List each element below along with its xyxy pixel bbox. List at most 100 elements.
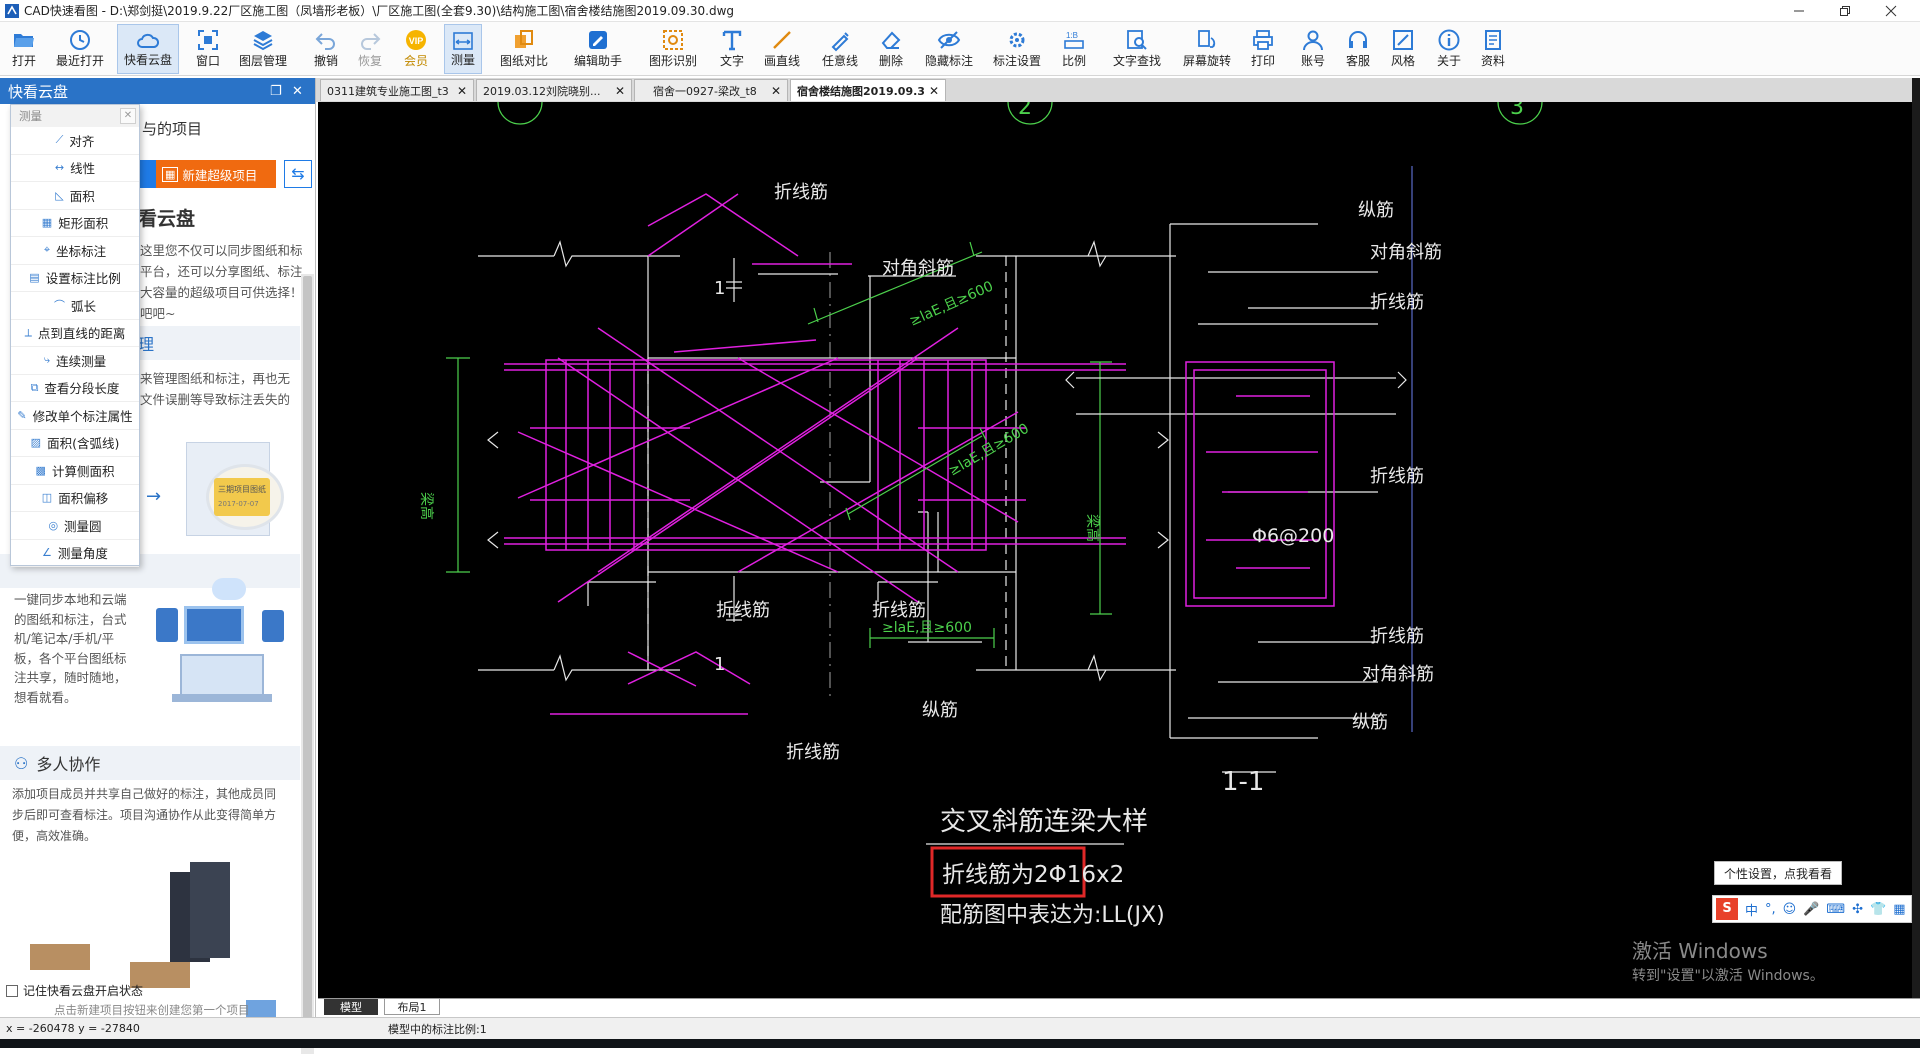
close-tab-icon[interactable]: ✕ [615,84,625,98]
right-wall-lines [976,255,1176,671]
close-window-button[interactable] [1868,0,1914,22]
edit-annotation-icon: ✎ [17,408,27,422]
draw-line-button[interactable]: 画直线 [761,24,803,74]
delete-button[interactable]: 删除 [876,24,906,74]
style-button[interactable]: 风格 [1388,24,1418,74]
freehand-button[interactable]: 任意线 [820,24,860,74]
new-super-project-button[interactable]: ▦ 新建超级项目 [156,160,276,188]
ime-punct-icon[interactable]: °, [1765,902,1776,917]
measure-menu-close-icon[interactable]: ✕ [120,108,136,124]
ime-logo-icon[interactable]: S [1716,898,1738,920]
label-section-fold-3: 折线筋 [1370,626,1424,647]
measure-set-scale[interactable]: ▤ 设置标注比例 [11,265,139,292]
text-button[interactable]: 文字 [718,24,746,74]
window-button[interactable]: 窗口 [190,24,226,74]
text-search-icon [1127,30,1147,50]
manage-text: 来管理图纸和标注，再也无 文件误删等导致标注丢失的 [140,371,291,407]
rotate-screen-button[interactable]: 屏幕旋转 [1180,24,1234,74]
print-button[interactable]: 打印 [1248,24,1278,74]
measure-rect-area[interactable]: ▦ 矩形面积 [11,210,139,237]
ime-language[interactable]: 中 [1745,900,1758,919]
scrollbar-thumb[interactable] [303,276,312,1046]
section-leader-frame [1169,223,1318,739]
doc-tab-0311[interactable]: 0311建筑专业施工图_t3 ✕ [320,79,474,101]
close-panel-icon[interactable]: ✕ [292,84,303,99]
doc-tab-20190312[interactable]: 2019.03.12刘院晓别... ✕ [476,79,632,101]
measure-align[interactable]: ⟋ 对齐 [11,127,139,155]
undo-button[interactable]: 撤销 [310,24,342,74]
measure-edit-annotation[interactable]: ✎ 修改单个标注属性 [11,402,139,430]
layer-manage-button[interactable]: 图层管理 [236,24,290,74]
compare-button[interactable]: 图纸对比 [497,24,551,74]
redo-button[interactable]: 恢复 [354,24,386,74]
maximize-button[interactable] [1822,0,1868,22]
layout-tab-model[interactable]: 模型 [324,999,378,1015]
measure-side-area[interactable]: ▩ 计算侧面积 [11,457,139,485]
doc-tab-dorm-beam[interactable]: 宿舍一0927-梁改_t8 ✕ [634,79,788,101]
measure-arc-length[interactable]: ⌒ 弧长 [11,292,139,320]
label-section-long-bottom: 纵筋 [1352,712,1388,733]
ime-keyboard-icon[interactable]: ⌨ [1826,902,1845,917]
hide-annotations-button[interactable]: 隐藏标注 [922,24,976,74]
collab-heading: 多人协作 [36,755,101,774]
ime-toolbar[interactable]: S 中 °, ☺ 🎤 ⌨ ✣ 👕 ▦ [1712,895,1912,923]
hide-eye-icon [937,31,961,49]
cloud-disk-button[interactable]: 快看云盘 [117,24,179,74]
measure-segment-length[interactable]: ⧉ 查看分段长度 [11,375,139,402]
account-button[interactable]: 账号 [1298,24,1328,74]
anchor-label-bottom: ≥laE,且≥600 [882,620,972,636]
minimize-button[interactable] [1776,0,1822,22]
style-label: 风格 [1390,54,1415,68]
label-section-diag-top: 对角斜筋 [1370,242,1442,263]
remember-state-checkbox[interactable]: 记住快看云盘开启状态 [6,982,143,999]
ime-mic-icon[interactable]: 🎤 [1803,902,1819,917]
doc-tab-dorm-structure[interactable]: 宿舍楼结施图2019.09.3 ✕ [790,79,946,101]
measure-circle[interactable]: ◎ 测量圆 [11,512,139,540]
point-line-icon: ⟂ [24,325,32,339]
annotation-settings-button[interactable]: 标注设置 [990,24,1044,74]
create-project-button[interactable] [138,160,156,188]
cad-canvas[interactable]: 折线筋 对角斜筋 折线筋 折线筋 纵筋 折线筋 1 1 纵筋 对角斜筋 折线筋 … [318,102,1912,998]
close-tab-icon[interactable]: ✕ [457,84,467,98]
measure-button[interactable]: 测量 [444,24,482,74]
manage-heading: 理 [138,326,300,360]
measure-angle[interactable]: ∠ 测量角度 [11,540,139,567]
align-dimension-icon: ⟋ [55,133,64,147]
measure-continuous[interactable]: ⤷ 连续测量 [11,347,139,375]
close-tab-icon[interactable]: ✕ [929,84,939,98]
ime-emoji-icon[interactable]: ☺ [1783,902,1797,917]
panel-title: 快看云盘 [8,82,69,101]
measure-area-offset[interactable]: ◫ 面积偏移 [11,485,139,512]
measure-area-arc[interactable]: ▨ 面积(含弧线) [11,430,139,457]
layout-tab-layout1[interactable]: 布局1 [384,999,440,1015]
shape-recognize-label: 图形识别 [648,54,697,68]
panel-scrollbar[interactable] [301,274,314,1054]
sync-button[interactable]: ⇆ [284,160,312,188]
measure-point-to-line[interactable]: ⟂ 点到直线的距离 [11,320,139,347]
ime-skin-icon[interactable]: 👕 [1870,902,1886,917]
measure-area[interactable]: ◺ 面积 [11,182,139,210]
illustration-caption: 三期项目图纸 [218,485,266,494]
scale-label: 比例 [1061,54,1086,68]
measure-coordinate[interactable]: ⌖ 坐标标注 [11,237,139,265]
close-tab-icon[interactable]: ✕ [771,84,781,98]
ime-tools-icon[interactable]: ✣ [1852,902,1863,917]
edit-assistant-button[interactable]: 编辑助手 [571,24,625,74]
recent-button[interactable]: 最近打开 [52,24,108,74]
shape-recognize-button[interactable]: 图形识别 [646,24,700,74]
vip-button[interactable]: VIP 会员 [400,24,432,74]
float-panel-icon[interactable]: ❐ [270,84,282,99]
section-inner-stirrup [1193,369,1327,599]
checkbox-box[interactable] [6,984,18,997]
ime-grid-icon[interactable]: ▦ [1893,902,1905,917]
personalize-tooltip[interactable]: 个性设置，点我看看 [1714,861,1842,885]
measure-linear[interactable]: ↔ 线性 [11,155,139,182]
freehand-pen-icon [831,32,849,52]
height-label-section: 梁高 [1084,514,1101,542]
docs-button[interactable]: 资料 [1478,24,1508,74]
open-button[interactable]: 打开 [6,24,42,74]
scale-button[interactable]: 1:B 比例 [1060,24,1088,74]
support-button[interactable]: 客服 [1343,24,1373,74]
text-search-button[interactable]: 文字查找 [1110,24,1164,74]
about-button[interactable]: 关于 [1434,24,1464,74]
